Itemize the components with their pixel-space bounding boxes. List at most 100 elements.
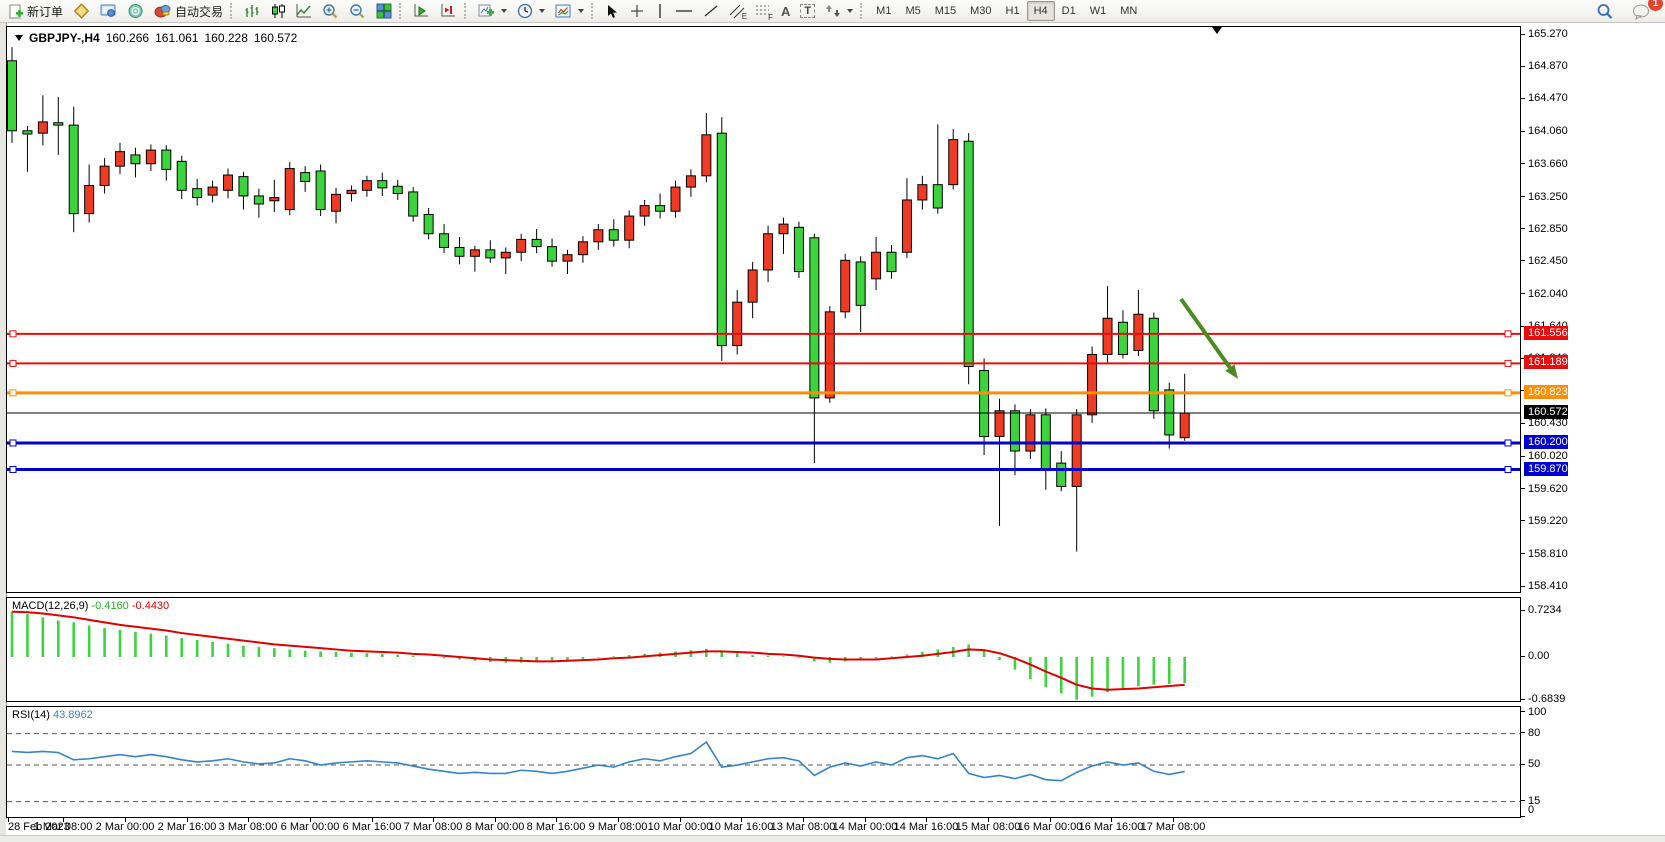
time-label: 1 Mar 08:00 <box>34 821 93 833</box>
text-label-button[interactable]: T <box>795 1 820 22</box>
new-chart-button[interactable] <box>473 1 512 22</box>
new-order-button[interactable]: 新订单 <box>3 1 68 22</box>
candle <box>501 247 510 274</box>
tile-windows-button[interactable] <box>371 1 397 22</box>
trend-arrow[interactable] <box>1181 299 1238 379</box>
time-label: 9 Mar 08:00 <box>589 821 648 833</box>
price-level-badge-160.572[interactable]: 160.572 <box>1524 405 1568 419</box>
macd-value: -0.4160 <box>91 600 128 612</box>
zoom-out-button[interactable] <box>344 1 371 22</box>
chart-shift-button[interactable] <box>435 1 462 22</box>
notifications-button[interactable]: 1 <box>1627 1 1656 22</box>
candle <box>131 148 140 178</box>
zoom-in-button[interactable] <box>317 1 344 22</box>
macd-panel[interactable]: MACD(12,26,9) -0.4160 -0.4430 <box>6 597 1521 702</box>
line-handle[interactable] <box>10 440 16 446</box>
rsi-panel[interactable]: RSI(14) 43.8962 <box>6 706 1521 818</box>
line-handle[interactable] <box>10 331 16 337</box>
search-button[interactable] <box>1591 1 1619 22</box>
timeframe-m30[interactable]: M30 <box>963 1 998 21</box>
line-handle[interactable] <box>1505 390 1511 396</box>
price-level-badge-160.823[interactable]: 160.823 <box>1524 385 1568 399</box>
new-order-icon <box>8 4 23 19</box>
candle <box>424 208 433 239</box>
candle <box>23 126 32 172</box>
line-handle[interactable] <box>1505 440 1511 446</box>
axis-tick <box>1521 293 1525 294</box>
time-label: 6 Mar 00:00 <box>281 821 340 833</box>
rsi-label: RSI(14) 43.8962 <box>12 709 93 721</box>
signals-button[interactable] <box>122 1 149 22</box>
timeframe-m5[interactable]: M5 <box>898 1 927 21</box>
chart-line-button[interactable] <box>291 1 317 22</box>
axis-tick <box>1521 764 1525 765</box>
line-handle[interactable] <box>1505 360 1511 366</box>
chevron-down-icon[interactable] <box>15 35 23 41</box>
vertical-line-icon <box>655 3 665 19</box>
cursor-button[interactable] <box>600 1 624 22</box>
candle <box>640 200 649 226</box>
line-handle[interactable] <box>1505 331 1511 337</box>
candle <box>532 229 541 253</box>
price-level-badge-161.189[interactable]: 161.189 <box>1524 355 1568 369</box>
price-level-badge-160.200[interactable]: 160.200 <box>1524 435 1568 449</box>
gold-diamond-button[interactable] <box>68 1 95 22</box>
timeframe-h4[interactable]: H4 <box>1027 1 1055 21</box>
search-icon <box>1596 3 1614 20</box>
time-label: 7 Mar 08:00 <box>404 821 463 833</box>
line-handle[interactable] <box>10 390 16 396</box>
timeframe-mn[interactable]: MN <box>1113 1 1144 21</box>
trendline-button[interactable] <box>698 1 724 22</box>
time-axis[interactable]: 28 Feb 20231 Mar 08:002 Mar 00:002 Mar 1… <box>6 819 1521 835</box>
arrows-button[interactable] <box>820 1 858 22</box>
timeframe-h1[interactable]: H1 <box>999 1 1027 21</box>
templates-button[interactable] <box>550 1 589 22</box>
macd-scale-label: 0.00 <box>1528 649 1549 663</box>
chevron-down-icon <box>847 9 853 13</box>
line-handle[interactable] <box>1505 467 1511 473</box>
axis-tick <box>1521 711 1525 712</box>
candle <box>224 169 233 199</box>
price-level-badge-159.870[interactable]: 159.870 <box>1524 462 1568 476</box>
timeframe-m1[interactable]: M1 <box>869 1 898 21</box>
horizontal-line-button[interactable] <box>670 1 698 22</box>
text-button[interactable]: A <box>776 1 795 22</box>
price-level-badge-161.556[interactable]: 161.556 <box>1524 326 1568 340</box>
price-axis[interactable]: 165.270164.870164.470164.060163.660163.2… <box>1521 26 1665 593</box>
candle <box>841 254 850 318</box>
symbol-timeframe-label: GBPJPY-,H4 <box>29 31 100 45</box>
time-label: 13 Mar 08:00 <box>771 821 836 833</box>
macd-axis: 0.72340.00-0.6839 <box>1521 597 1665 702</box>
rsi-value: 43.8962 <box>53 709 93 721</box>
price-chart-panel[interactable]: GBPJPY-,H4 160.266 161.061 160.228 160.5… <box>6 26 1521 593</box>
vertical-line-button[interactable] <box>650 1 670 22</box>
line-handle[interactable] <box>10 360 16 366</box>
candle <box>548 239 557 267</box>
autoscroll-button[interactable] <box>408 1 435 22</box>
period-clock-button[interactable] <box>512 1 550 22</box>
candle <box>38 95 47 145</box>
price-tick-label: 158.410 <box>1528 579 1568 593</box>
candle <box>162 145 171 180</box>
rsi-scale-label: 100 <box>1528 705 1546 719</box>
timeframe-w1[interactable]: W1 <box>1083 1 1114 21</box>
crosshair-button[interactable] <box>624 1 650 22</box>
line-handle[interactable] <box>10 467 16 473</box>
toolbar-grip <box>399 3 404 19</box>
chart-candles-button[interactable] <box>265 1 291 22</box>
signal-icon <box>127 3 144 19</box>
chart-bars-button[interactable] <box>239 1 265 22</box>
timeframe-m15[interactable]: M15 <box>928 1 963 21</box>
axis-tick <box>1521 553 1525 554</box>
fibonacci-button[interactable]: F <box>750 1 776 22</box>
autotrading-button[interactable]: 自动交易 <box>149 1 228 22</box>
terminal-button[interactable] <box>95 1 122 22</box>
autotrading-label: 自动交易 <box>175 3 223 20</box>
timeframe-d1[interactable]: D1 <box>1055 1 1083 21</box>
channel-button[interactable]: E <box>724 1 750 22</box>
cursor-arrow-icon <box>605 4 619 19</box>
price-tick-label: 159.620 <box>1528 482 1568 496</box>
candle <box>1180 374 1189 441</box>
rsi-chart <box>7 707 1520 817</box>
scroll-to-end-icon[interactable] <box>1212 27 1222 34</box>
